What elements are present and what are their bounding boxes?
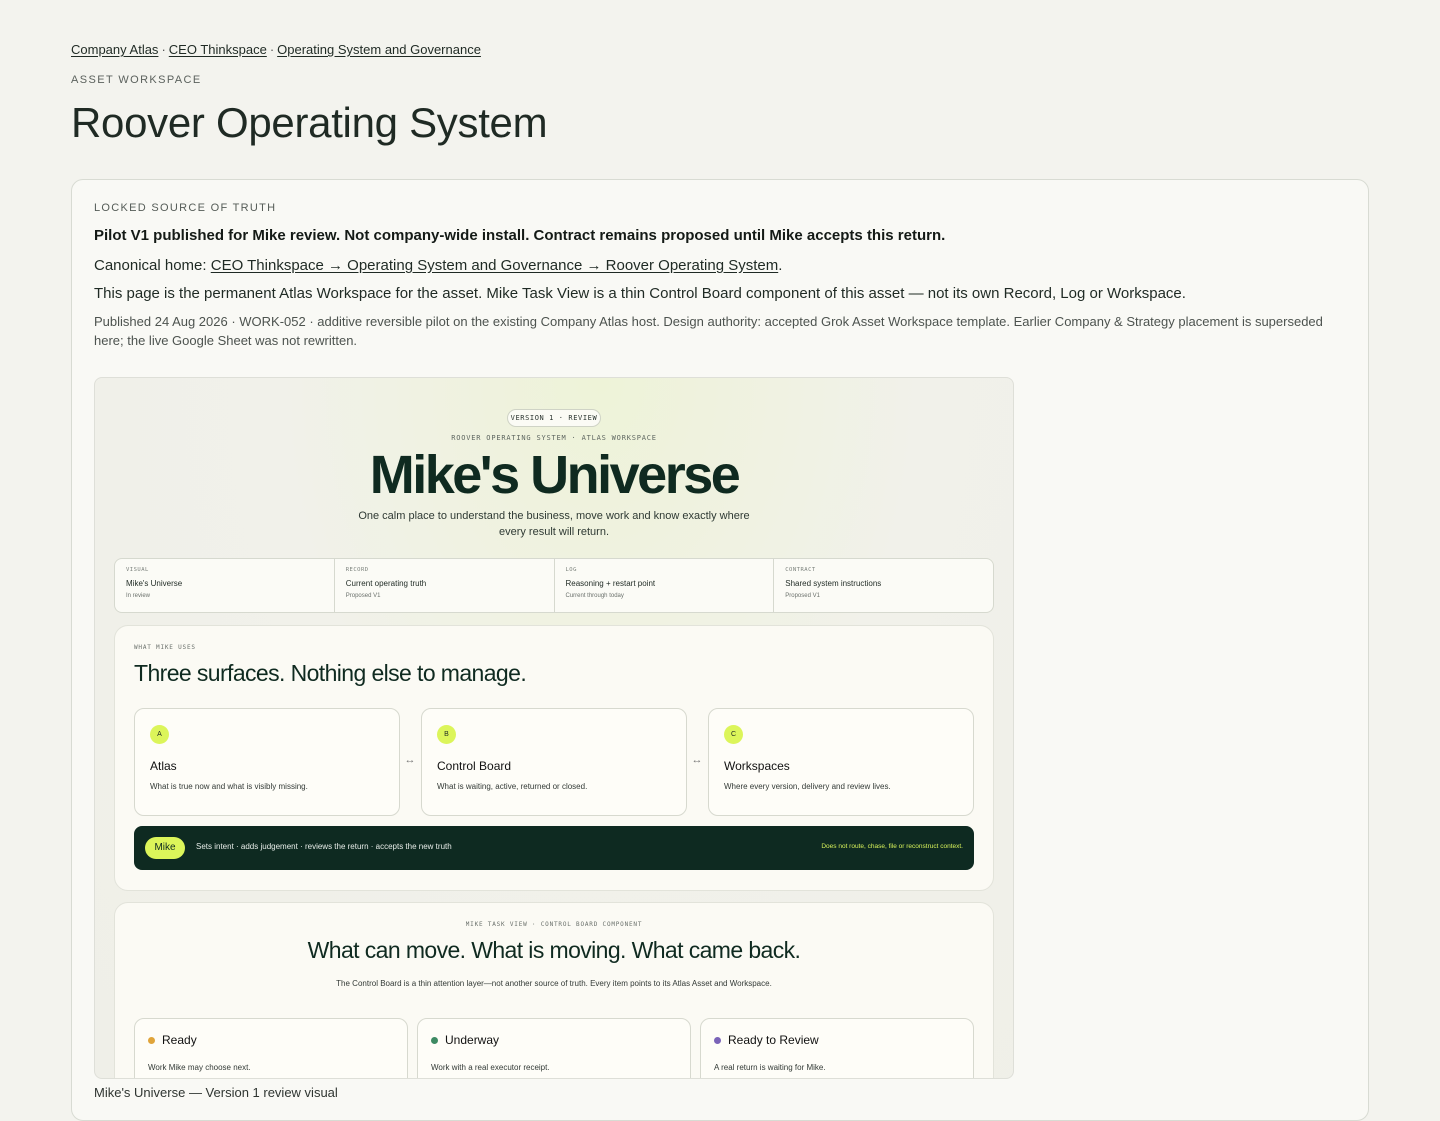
- uses-eyebrow: WHAT MIKE USES: [134, 644, 196, 651]
- visual-title: Mike's Universe: [369, 445, 741, 505]
- canonical-home-link[interactable]: CEO Thinkspace → Operating System and Go…: [211, 257, 778, 274]
- surface-name: Atlas: [150, 759, 177, 773]
- source-of-truth-card: LOCKED SOURCE OF TRUTH Pilot V1 publishe…: [71, 179, 1369, 1121]
- pilot-lead: Pilot V1 published for Mike review. Not …: [94, 227, 946, 244]
- visual-caption: Mike's Universe — Version 1 review visua…: [94, 1085, 338, 1100]
- strip-value: Current operating truth: [345, 579, 427, 588]
- status-name: Underway: [445, 1033, 500, 1047]
- breadcrumb-ceo-thinkspace[interactable]: CEO Thinkspace: [169, 42, 267, 57]
- canonical-suffix: .: [778, 257, 783, 274]
- publish-meta: Published 24 Aug 2026 · WORK-052 · addit…: [94, 314, 1323, 348]
- artifact-strip: VISUAL Mike's Universe In review RECORD …: [114, 558, 994, 613]
- version-badge: VERSION 1 · REVIEW: [507, 409, 601, 427]
- review-visual: VERSION 1 · REVIEW ROOVER OPERATING SYST…: [94, 377, 1014, 1079]
- mike-task-view-panel: MIKE TASK VIEW · CONTROL BOARD COMPONENT…: [114, 902, 994, 1078]
- asset-workspace-page: Company Atlas · CEO Thinkspace · Operating S…: [71, 40, 1369, 1121]
- strip-cell-visual: VISUAL Mike's Universe In review: [115, 559, 335, 612]
- visual-eyebrow: ROOVER OPERATING SYSTEM · ATLAS WORKSPAC…: [451, 434, 657, 442]
- surface-card-atlas: A Atlas What is true now and what is vis…: [134, 708, 400, 816]
- task-title: What can move. What is moving. What came…: [307, 937, 801, 963]
- status-card-ready-to-review: Ready to Review A real return is waiting…: [700, 1018, 974, 1078]
- breadcrumb-separator: ·: [269, 42, 275, 57]
- status-dot: [714, 1037, 721, 1044]
- mike-role-note: Does not route, chase, file or reconstru…: [821, 843, 963, 850]
- what-mike-uses-panel: WHAT MIKE USES Three surfaces. Nothing e…: [114, 625, 994, 891]
- surface-letter-badge: C: [724, 725, 743, 744]
- locked-label: LOCKED SOURCE OF TRUTH: [94, 202, 277, 214]
- strip-value: Mike's Universe: [126, 579, 183, 588]
- page-eyebrow: ASSET WORKSPACE: [71, 74, 202, 86]
- status-dot: [431, 1037, 438, 1044]
- status-card-ready: Ready Work Mike may choose next.: [134, 1018, 408, 1078]
- breadcrumb-company-atlas[interactable]: Company Atlas: [71, 42, 158, 57]
- surface-desc: What is waiting, active, returned or clo…: [437, 782, 588, 791]
- strip-cell-contract: CONTRACT Shared system instructions Prop…: [774, 559, 993, 612]
- surface-card-workspaces: C Workspaces Where every version, delive…: [708, 708, 974, 816]
- surface-name: Control Board: [437, 759, 512, 773]
- breadcrumb-operating-system[interactable]: Operating System and Governance: [277, 42, 481, 57]
- strip-value: Shared system instructions: [785, 579, 882, 588]
- strip-status: Proposed V1: [785, 593, 820, 599]
- status-dot: [148, 1037, 155, 1044]
- permanent-note: This page is the permanent Atlas Workspa…: [94, 285, 1186, 302]
- surface-card-control-board: B Control Board What is waiting, active,…: [421, 708, 687, 816]
- surface-letter-badge: B: [437, 725, 456, 744]
- surface-desc: Where every version, delivery and review…: [724, 782, 891, 791]
- mike-role-text: Sets intent · adds judgement · reviews t…: [196, 842, 452, 851]
- task-subtitle: The Control Board is a thin attention la…: [336, 979, 772, 988]
- canonical-home: Canonical home: CEO Thinkspace → Operati…: [94, 257, 1344, 274]
- strip-status: In review: [126, 593, 151, 599]
- strip-label: CONTRACT: [785, 567, 816, 573]
- strip-status: Current through today: [565, 593, 624, 599]
- task-eyebrow: MIKE TASK VIEW · CONTROL BOARD COMPONENT: [465, 921, 643, 928]
- status-desc: A real return is waiting for Mike.: [714, 1063, 826, 1072]
- page-title: Roover Operating System: [71, 99, 548, 146]
- bidirectional-arrow-icon: ↔: [404, 754, 416, 766]
- strip-label: RECORD: [345, 567, 369, 573]
- breadcrumb-separator: ·: [161, 42, 166, 57]
- status-desc: Work Mike may choose next.: [148, 1063, 251, 1072]
- strip-status: Proposed V1: [345, 593, 381, 599]
- status-name: Ready: [162, 1033, 197, 1047]
- status-desc: Work with a real executor receipt.: [431, 1063, 550, 1072]
- bidirectional-arrow-icon: ↔: [691, 754, 703, 766]
- mike-pill: Mike: [145, 837, 185, 859]
- uses-title: Three surfaces. Nothing else to manage.: [134, 660, 527, 686]
- strip-label: VISUAL: [126, 567, 149, 573]
- status-name: Ready to Review: [728, 1033, 819, 1047]
- mike-role-bar: Mike Sets intent · adds judgement · revi…: [134, 826, 974, 870]
- strip-value: Reasoning + restart point: [565, 579, 656, 588]
- surface-name: Workspaces: [724, 759, 790, 773]
- breadcrumb: Company Atlas · CEO Thinkspace · Operating S…: [71, 40, 1369, 60]
- canonical-prefix: Canonical home:: [94, 257, 211, 274]
- surface-desc: What is true now and what is visibly mis…: [150, 782, 308, 791]
- strip-label: LOG: [565, 567, 577, 573]
- status-card-underway: Underway Work with a real executor recei…: [417, 1018, 691, 1078]
- strip-cell-log: LOG Reasoning + restart point Current th…: [555, 559, 775, 612]
- strip-cell-record: RECORD Current operating truth Proposed …: [335, 559, 555, 612]
- visual-subtitle: One calm place to understand the busines…: [358, 510, 750, 538]
- surface-letter-badge: A: [150, 725, 169, 744]
